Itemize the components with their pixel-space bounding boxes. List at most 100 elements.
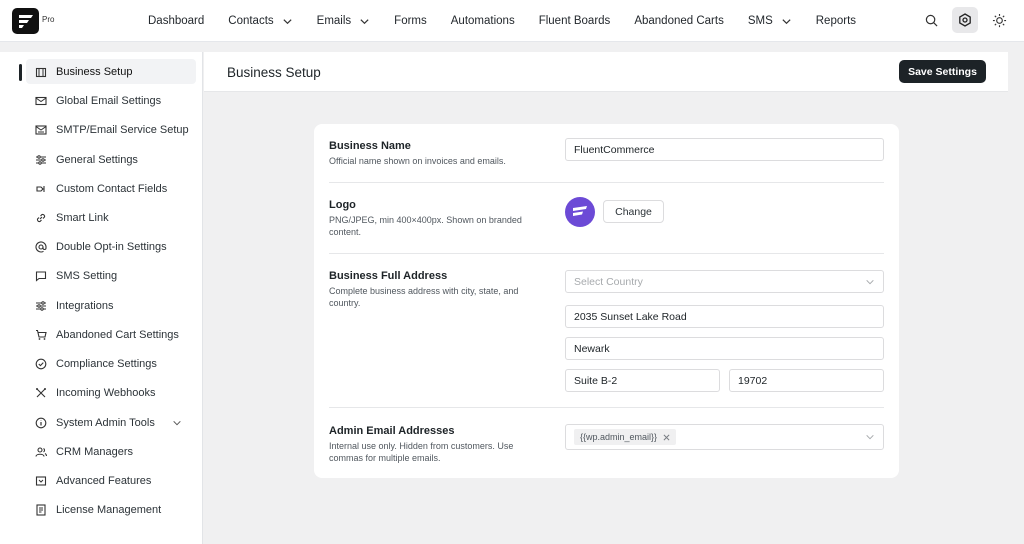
sidebar-item-integrations[interactable]: Integrations [26, 293, 196, 318]
address-description: Complete business address with city, sta… [329, 286, 519, 308]
divider [329, 407, 884, 408]
sidebar-item-label: Smart Link [56, 211, 109, 224]
sidebar-item-abandoned-cart-settings[interactable]: Abandoned Cart Settings [26, 322, 196, 347]
nav-forms[interactable]: Forms [394, 15, 427, 27]
sidebar-item-smart-link[interactable]: Smart Link [26, 205, 196, 230]
nav-sms[interactable]: SMS [748, 15, 792, 27]
mail-server-icon [34, 123, 47, 136]
sidebar-item-label: Double Opt-in Settings [56, 240, 167, 253]
business-name-input[interactable]: FluentCommerce [565, 138, 884, 161]
city-input[interactable]: Newark [565, 337, 884, 360]
nav-forms-label: Forms [394, 15, 427, 27]
sidebar-item-label: SMTP/Email Service Setup [56, 123, 189, 136]
nav-abandoned-carts[interactable]: Abandoned Carts [634, 15, 724, 27]
sidebar-item-label: Custom Contact Fields [56, 182, 168, 195]
zip-input[interactable]: 19702 [729, 369, 884, 392]
settings-sidebar: Business Setup Global Email Settings SMT… [0, 52, 203, 544]
sidebar-item-license-management[interactable]: License Management [26, 497, 196, 522]
change-logo-button[interactable]: Change [603, 200, 664, 223]
sidebar-item-system-admin-tools[interactable]: System Admin Tools [26, 410, 196, 435]
page-title: Business Setup [227, 65, 321, 80]
address-label: Business Full Address [329, 270, 448, 282]
sidebar-item-label: License Management [56, 503, 162, 516]
sidebar-item-label: CRM Managers [56, 445, 134, 458]
license-icon [34, 503, 47, 516]
business-name-label: Business Name [329, 140, 411, 152]
main-nav: Dashboard Contacts Emails Forms Automati… [136, 0, 868, 42]
nav-sms-label: SMS [747, 15, 773, 27]
nav-emails[interactable]: Emails [317, 15, 371, 27]
sidebar-item-business-setup[interactable]: Business Setup [26, 59, 196, 84]
nav-reports-label: Reports [815, 15, 857, 27]
sidebar-item-sms-setting[interactable]: SMS Setting [26, 263, 196, 288]
active-indicator [19, 64, 22, 81]
sidebar-item-global-email-settings[interactable]: Global Email Settings [26, 88, 196, 113]
sliders-icon [34, 153, 47, 166]
sidebar-item-compliance-settings[interactable]: Compliance Settings [26, 351, 196, 376]
sidebar-item-custom-contact-fields[interactable]: Custom Contact Fields [26, 176, 196, 201]
nav-emails-label: Emails [316, 15, 352, 27]
sun-icon[interactable] [986, 7, 1012, 33]
sidebar-item-label: Compliance Settings [56, 357, 157, 370]
country-select-placeholder: Select Country [574, 275, 643, 288]
nav-contacts[interactable]: Contacts [228, 15, 292, 27]
sidebar-item-label: Integrations [56, 299, 114, 312]
suite-input[interactable]: Suite B-2 [565, 369, 720, 392]
settings-icon[interactable] [952, 7, 978, 33]
logo-description: PNG/JPEG, min 400×400px. Shown on brande… [329, 215, 522, 237]
webhook-icon [34, 386, 47, 399]
street-address-input[interactable]: 2035 Sunset Lake Road [565, 305, 884, 328]
nav-contacts-label: Contacts [228, 15, 274, 27]
sidebar-item-label: Global Email Settings [56, 94, 162, 107]
nav-fluent-boards[interactable]: Fluent Boards [539, 15, 611, 27]
message-icon [34, 269, 47, 282]
nav-reports[interactable]: Reports [816, 15, 856, 27]
top-icons [918, 7, 1012, 33]
sidebar-item-smtp-setup[interactable]: SMTP/Email Service Setup [26, 117, 196, 142]
nav-automations-label: Automations [450, 15, 515, 27]
business-setup-card: Business Name Official name shown on inv… [314, 124, 899, 478]
info-icon [34, 416, 47, 429]
pro-label: Pro [42, 15, 55, 24]
sidebar-item-label: General Settings [56, 153, 138, 166]
users-icon [34, 445, 47, 458]
chevron-down-icon[interactable] [172, 418, 182, 428]
nav-dashboard[interactable]: Dashboard [148, 15, 204, 27]
admin-email-tag: {{wp.admin_email}} [574, 429, 677, 445]
chevron-down-icon [866, 279, 874, 285]
check-circle-icon [34, 357, 47, 370]
fields-icon [34, 182, 47, 195]
chevron-down-icon [782, 18, 791, 24]
nav-dashboard-label: Dashboard [148, 15, 205, 27]
sidebar-item-label: Business Setup [56, 65, 133, 78]
nav-automations[interactable]: Automations [451, 15, 515, 27]
search-icon[interactable] [918, 7, 944, 33]
sidebar-item-double-opt-in[interactable]: Double Opt-in Settings [26, 234, 196, 259]
mail-settings-icon [34, 94, 47, 107]
sidebar-item-advanced-features[interactable]: Advanced Features [26, 468, 196, 493]
business-name-description: Official name shown on invoices and emai… [329, 156, 506, 166]
sidebar-item-incoming-webhooks[interactable]: Incoming Webhooks [26, 380, 196, 405]
nav-fluent-boards-label: Fluent Boards [538, 15, 611, 27]
admin-email-tag-label: {{wp.admin_email}} [580, 432, 658, 442]
features-icon [34, 474, 47, 487]
sidebar-item-label: System Admin Tools [56, 416, 155, 429]
link-icon [34, 211, 47, 224]
top-navigation-bar: Pro Dashboard Contacts Emails Forms Auto… [0, 0, 1024, 42]
chevron-down-icon [360, 18, 369, 24]
admin-email-label: Admin Email Addresses [329, 425, 455, 437]
integrations-icon [34, 299, 47, 312]
admin-email-multiselect[interactable]: {{wp.admin_email}} [565, 424, 884, 450]
nav-abandoned-carts-label: Abandoned Carts [634, 15, 724, 27]
chevron-down-icon [283, 18, 292, 24]
sidebar-item-crm-managers[interactable]: CRM Managers [26, 439, 196, 464]
country-select[interactable]: Select Country [565, 270, 884, 293]
logo-label: Logo [329, 199, 356, 211]
fluentcrm-logo[interactable] [12, 8, 39, 34]
save-settings-button[interactable]: Save Settings [899, 60, 986, 83]
sidebar-item-label: Incoming Webhooks [56, 386, 156, 399]
main-content: Business Setup Save Settings Business Na… [204, 52, 1008, 544]
sidebar-item-general-settings[interactable]: General Settings [26, 147, 196, 172]
business-logo-image [565, 197, 595, 227]
close-icon[interactable] [663, 434, 670, 441]
